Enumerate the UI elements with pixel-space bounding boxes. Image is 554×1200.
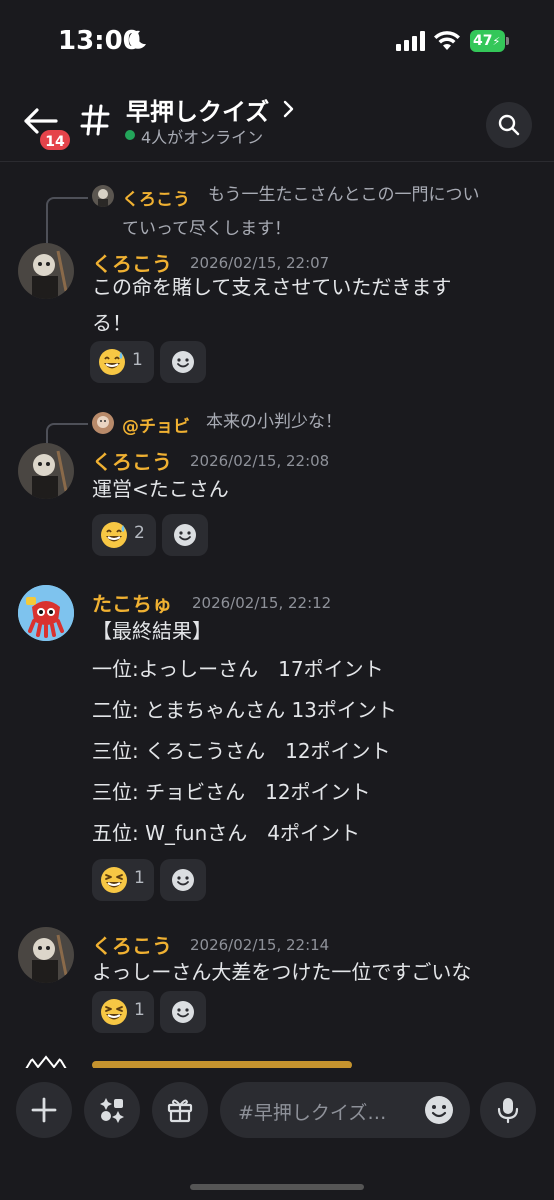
message-text: る！	[92, 311, 132, 335]
reply-author[interactable]: @チョビ	[122, 412, 190, 437]
add-reaction-button[interactable]	[160, 859, 206, 901]
cellular-signal-icon	[396, 31, 425, 51]
status-bar: 13:00 47⚡	[0, 0, 554, 80]
add-reaction-button[interactable]	[162, 514, 208, 556]
message-input[interactable]: #早押しクイズ…	[220, 1082, 470, 1138]
message-text: 五位: W_funさん 4ポイント	[92, 821, 360, 845]
reaction-count: 2	[134, 523, 145, 543]
reaction-count: 1	[134, 1000, 145, 1020]
sweat-smile-emoji-icon	[101, 522, 127, 548]
add-reaction-icon	[172, 869, 194, 891]
battery-indicator: 47⚡	[470, 30, 509, 52]
sweat-smile-emoji-icon	[99, 349, 125, 375]
plus-icon	[31, 1097, 57, 1123]
moon-icon	[129, 30, 146, 49]
message-text: 二位: とまちゃんさん 13ポイント	[92, 698, 397, 722]
message-input-placeholder: #早押しクイズ…	[238, 1102, 387, 1124]
reaction-chip[interactable]: 1	[92, 859, 154, 901]
online-count: 4人がオンライン	[141, 128, 264, 147]
message-text: この命を賭して支えさせていただきます	[92, 275, 452, 299]
chevron-right-icon[interactable]	[282, 99, 296, 119]
message-text: 一位:よっしーさん 17ポイント	[92, 657, 384, 681]
message-text: 【最終結果】	[92, 619, 212, 643]
message-text: 三位: くろこうさん 12ポイント	[92, 739, 391, 763]
attach-button[interactable]	[16, 1082, 72, 1138]
reaction-chip[interactable]: 1	[92, 991, 154, 1033]
wifi-icon	[434, 31, 460, 50]
reaction-count: 1	[132, 350, 143, 370]
message-timestamp: 2026/02/15, 22:08	[190, 452, 330, 470]
reaction-chip[interactable]: 2	[92, 514, 156, 556]
laughing-emoji-icon	[101, 867, 127, 893]
avatar[interactable]	[18, 927, 74, 983]
message-text: 三位: チョビさん 12ポイント	[92, 780, 371, 804]
unread-badge: 14	[38, 128, 72, 152]
message-timestamp: 2026/02/15, 22:14	[190, 936, 330, 954]
composer-bar: #早押しクイズ…	[0, 1068, 554, 1200]
reply-author[interactable]: くろこう	[122, 185, 190, 210]
message-text: よっしーさん大差をつけた一位ですごいな	[92, 960, 472, 984]
reply-text[interactable]: ていって尽くします！	[122, 215, 291, 243]
avatar[interactable]	[18, 443, 74, 499]
add-reaction-icon	[172, 1001, 194, 1023]
microphone-icon	[497, 1098, 519, 1124]
add-reaction-button[interactable]	[160, 341, 206, 383]
reply-avatar	[92, 185, 114, 207]
add-reaction-button[interactable]	[160, 991, 206, 1033]
reply-text[interactable]: 本来の小判少な！	[206, 408, 342, 436]
reply-avatar	[92, 412, 114, 434]
message-text: 運営<たこさん	[92, 477, 229, 501]
channel-title[interactable]: 早押しクイズ	[126, 92, 269, 127]
gift-button[interactable]	[152, 1082, 208, 1138]
gift-icon	[167, 1099, 193, 1123]
emoji-picker-icon[interactable]	[424, 1095, 454, 1125]
laughing-emoji-icon	[101, 999, 127, 1025]
avatar[interactable]	[18, 585, 74, 641]
truncated-message-preview	[92, 1061, 352, 1068]
search-icon	[498, 114, 520, 136]
reaction-count: 1	[134, 868, 145, 888]
channel-header: 14 早押しクイズ 4人がオンライン	[0, 88, 554, 162]
search-button[interactable]	[486, 102, 532, 148]
add-reaction-icon	[174, 524, 196, 546]
reply-text[interactable]: もう一生たこさんとこの一門につい	[208, 181, 480, 209]
message-timestamp: 2026/02/15, 22:12	[192, 594, 332, 612]
reaction-chip[interactable]: 1	[90, 341, 154, 383]
home-indicator	[190, 1184, 364, 1190]
voice-message-button[interactable]	[480, 1082, 536, 1138]
add-reaction-icon	[172, 351, 194, 373]
online-dot	[125, 130, 135, 140]
battery-level: 47	[473, 33, 493, 49]
apps-button[interactable]	[84, 1082, 140, 1138]
apps-icon	[100, 1098, 124, 1123]
avatar[interactable]	[18, 1055, 74, 1068]
channel-hash-icon	[80, 104, 110, 136]
avatar[interactable]	[18, 243, 74, 299]
message-list[interactable]: くろこう もう一生たこさんとこの一門につい ていって尽くします！ くろこう 20…	[0, 163, 554, 1068]
